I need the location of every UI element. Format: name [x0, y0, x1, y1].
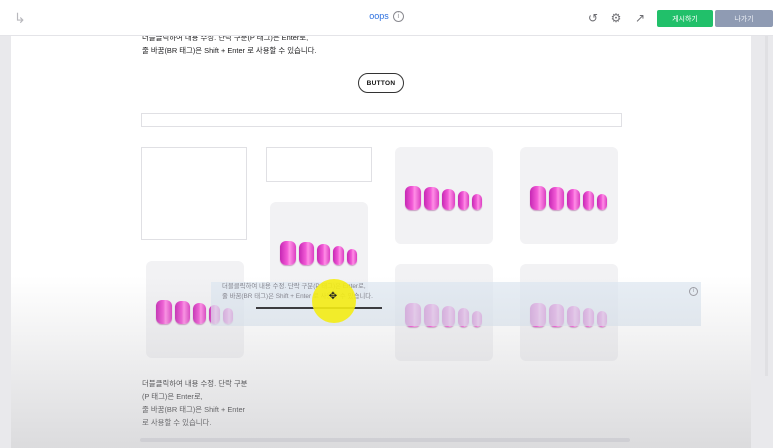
horizontal-scrollbar[interactable]: [140, 438, 630, 442]
nail-card[interactable]: [520, 147, 618, 244]
sample-button[interactable]: BUTTON: [358, 73, 404, 93]
info-icon[interactable]: i: [392, 11, 404, 23]
external-link-icon[interactable]: ↗: [632, 10, 648, 26]
history-icon[interactable]: ↺: [585, 10, 601, 26]
bottom-paragraph-line: 로 사용할 수 있습니다.: [142, 418, 212, 427]
info-icon[interactable]: i: [689, 287, 698, 296]
nail-image: [280, 240, 358, 265]
bottom-paragraph[interactable]: 더블클릭하여 내용 수정. 단락 구분 (P 태그)은 Enter로, 줄 바꿈…: [142, 377, 247, 429]
exit-button[interactable]: 나가기: [715, 10, 773, 27]
vertical-scrollbar[interactable]: [765, 36, 768, 376]
nail-card[interactable]: [395, 147, 493, 244]
empty-image-box[interactable]: [141, 147, 247, 240]
nail-image: [405, 185, 483, 210]
bottom-paragraph-line: 줄 바꿈(BR 태그)은 Shift + Enter: [142, 405, 246, 414]
top-toolbar: ↳ oops i ↺ ⚙ ↗ 게시하기 나가기: [0, 0, 773, 36]
editor-canvas[interactable]: 더블클릭하여 내용 수정. 단락 구분(P 태그)은 Enter로, 줄 바꿈(…: [11, 36, 751, 448]
empty-image-box[interactable]: [266, 147, 372, 182]
bottom-paragraph-line: (P 태그)은 Enter로,: [142, 392, 203, 401]
bottom-paragraph-line: 더블클릭하여 내용 수정. 단락 구분: [142, 379, 248, 388]
top-paragraph-line: 더블클릭하여 내용 수정. 단락 구분(P 태그)은 Enter로,: [142, 36, 309, 42]
top-paragraph[interactable]: 더블클릭하여 내용 수정. 단락 구분(P 태그)은 Enter로, 줄 바꿈(…: [142, 36, 316, 57]
gear-icon[interactable]: ⚙: [608, 10, 624, 26]
move-cursor-icon: ✥: [328, 291, 338, 302]
nail-image: [530, 185, 608, 210]
empty-block[interactable]: [141, 113, 622, 127]
publish-button[interactable]: 게시하기: [657, 10, 713, 27]
page-title-text[interactable]: oops: [369, 11, 389, 21]
top-paragraph-line: 줄 바꿈(BR 태그)은 Shift + Enter 로 사용할 수 있습니다.: [142, 46, 317, 55]
